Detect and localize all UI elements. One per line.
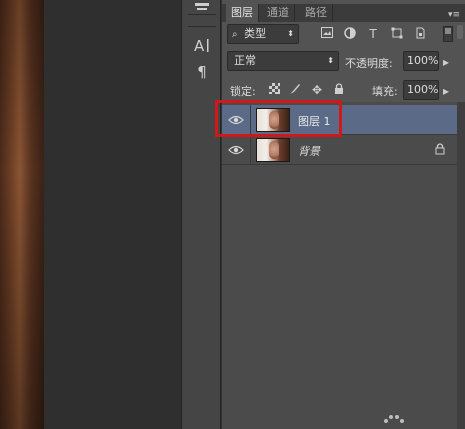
- shape-filter-icon[interactable]: [390, 27, 404, 41]
- fill-dropdown-icon[interactable]: ▸: [441, 84, 451, 98]
- smart-object-filter-icon[interactable]: [413, 27, 427, 41]
- tab-layers[interactable]: 图层: [226, 4, 259, 22]
- lock-image-pixels-icon[interactable]: [288, 83, 302, 97]
- fill-label: 填充:: [372, 85, 398, 98]
- opacity-label: 不透明度:: [345, 57, 393, 70]
- blend-mode-value: 正常: [234, 54, 256, 67]
- fill-input[interactable]: 100%: [403, 80, 439, 100]
- image-filter-icon[interactable]: [320, 27, 334, 41]
- lock-label: 锁定:: [230, 85, 256, 98]
- select-arrows-icon: ⬍: [327, 56, 334, 65]
- filter-kind-select[interactable]: ⌕ 类型 ⬍: [227, 24, 299, 44]
- scroll-thumb[interactable]: [457, 25, 463, 39]
- lock-position-icon[interactable]: ✥: [310, 83, 324, 97]
- annotation-highlight-box: [215, 100, 342, 137]
- select-arrows-icon: ⬍: [287, 29, 294, 38]
- layers-list: 图层 1 背景: [222, 102, 457, 429]
- type-filter-icon[interactable]: T: [366, 27, 380, 41]
- opacity-value: 100%: [407, 54, 439, 67]
- layer-thumbnail[interactable]: [256, 138, 290, 162]
- canvas-pasteboard: [44, 0, 181, 429]
- filter-kind-label: 类型: [244, 27, 267, 40]
- layers-scrollbar[interactable]: [457, 102, 465, 429]
- watermark-paw-icon: [382, 413, 412, 427]
- document-canvas-photo[interactable]: [0, 0, 44, 429]
- lock-icon[interactable]: [435, 143, 445, 158]
- paragraph-icon[interactable]: ¶: [192, 62, 212, 82]
- lock-transparent-pixels-icon[interactable]: [267, 83, 281, 97]
- strip-divider: [188, 26, 216, 27]
- blend-mode-select[interactable]: 正常 ⬍: [227, 51, 339, 71]
- lock-all-icon[interactable]: [332, 83, 346, 97]
- panel-icon-strip: A ¶: [181, 0, 221, 429]
- tab-paths[interactable]: 路径: [300, 4, 333, 22]
- character-icon[interactable]: A: [192, 36, 212, 56]
- row-divider: [250, 135, 251, 165]
- fill-value: 100%: [407, 83, 439, 96]
- panel-tab-bar: 图层 通道 路径 ▾≡: [222, 4, 465, 22]
- tab-channels[interactable]: 通道: [262, 4, 295, 22]
- svg-text:A: A: [194, 37, 205, 54]
- panel-menu-icon[interactable]: ▾≡: [447, 8, 461, 22]
- layers-panel: 图层 通道 路径 ▾≡ ⌕ 类型 ⬍ T 正常 ⬍ 不透明度: 100% ▸ 锁…: [222, 0, 465, 429]
- opacity-input[interactable]: 100%: [403, 51, 439, 71]
- eye-icon[interactable]: [228, 143, 244, 157]
- filter-toggle-switch[interactable]: [443, 26, 453, 42]
- layer-row-background[interactable]: 背景: [222, 135, 457, 165]
- opacity-dropdown-icon[interactable]: ▸: [441, 55, 451, 69]
- brush-settings-icon[interactable]: [192, 0, 212, 20]
- layer-name[interactable]: 背景: [298, 143, 320, 159]
- adjustment-filter-icon[interactable]: [343, 27, 357, 41]
- search-icon: ⌕: [232, 29, 238, 40]
